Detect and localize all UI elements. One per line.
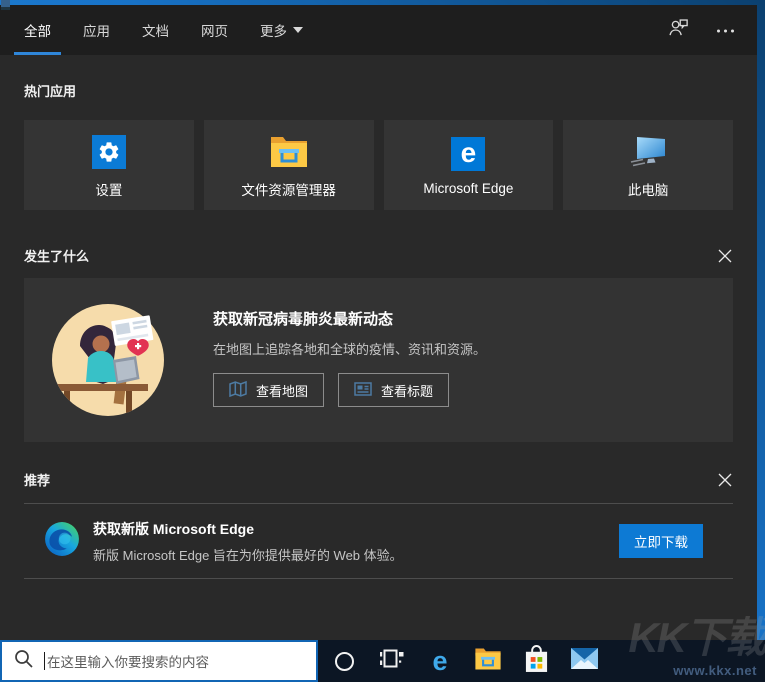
desktop-icon-remnant	[1, 0, 10, 10]
edge-recommendation-text: 获取新版 Microsoft Edge 新版 Microsoft Edge 旨在…	[93, 519, 403, 564]
recommended-title: 推荐	[24, 470, 50, 489]
tile-file-explorer[interactable]: 文件资源管理器	[204, 120, 374, 210]
whats-happening-header: 发生了什么	[24, 246, 733, 265]
covid-card-headline: 获取新冠病毒肺炎最新动态	[213, 308, 393, 329]
tile-file-explorer-label: 文件资源管理器	[241, 179, 336, 199]
ellipsis-icon[interactable]	[716, 21, 735, 39]
task-view-button[interactable]	[368, 640, 416, 682]
covid-card-description: 在地图上追踪各地和全球的疫情、资讯和资源。	[213, 339, 486, 358]
edge-icon: e	[432, 648, 447, 675]
this-pc-icon	[628, 132, 668, 172]
chevron-down-icon	[293, 27, 303, 33]
file-explorer-taskbar-button[interactable]	[464, 640, 512, 682]
tab-apps[interactable]: 应用	[73, 5, 120, 55]
tile-this-pc[interactable]: 此电脑	[563, 120, 733, 210]
covid-news-card: 获取新冠病毒肺炎最新动态 在地图上追踪各地和全球的疫情、资讯和资源。 查看地图	[24, 278, 733, 442]
mail-taskbar-button[interactable]	[560, 640, 608, 682]
cortana-icon	[335, 652, 354, 671]
edge-recommendation-description: 新版 Microsoft Edge 旨在为你提供最好的 Web 体验。	[93, 545, 403, 564]
watermark-url: www.kkx.net	[673, 663, 757, 678]
woman-laptop-news-heart-illustration	[52, 302, 168, 423]
tab-web[interactable]: 网页	[191, 5, 238, 55]
search-flyout-panel: 全部 应用 文档 网页 更多	[0, 5, 757, 640]
recommended-header: 推荐	[24, 470, 733, 489]
search-placeholder-text: 在这里输入你要搜索的内容	[47, 651, 209, 671]
tile-settings-label: 设置	[95, 179, 122, 199]
edge-recommendation-row: 获取新版 Microsoft Edge 新版 Microsoft Edge 旨在…	[24, 504, 733, 578]
store-taskbar-button[interactable]	[512, 640, 560, 682]
tile-microsoft-edge-label: Microsoft Edge	[423, 181, 513, 196]
tile-microsoft-edge[interactable]: e Microsoft Edge	[384, 120, 554, 210]
download-now-button[interactable]: 立即下载	[619, 524, 703, 558]
covid-card-buttons: 查看地图 查看标题	[213, 373, 449, 407]
tab-more[interactable]: 更多	[250, 5, 313, 55]
feedback-person-icon[interactable]	[667, 16, 690, 44]
whats-happening-title: 发生了什么	[24, 246, 89, 265]
search-tabs-bar: 全部 应用 文档 网页 更多	[0, 5, 757, 55]
file-explorer-icon	[269, 132, 309, 172]
edge-new-logo-icon	[44, 521, 80, 562]
tile-this-pc-label: 此电脑	[628, 179, 669, 199]
view-map-button[interactable]: 查看地图	[213, 373, 324, 407]
tab-documents-label: 文档	[142, 20, 169, 40]
edge-recommendation-title: 获取新版 Microsoft Edge	[93, 519, 403, 539]
close-icon[interactable]	[717, 248, 733, 264]
tab-apps-label: 应用	[83, 20, 110, 40]
settings-gear-icon	[92, 132, 126, 172]
tab-web-label: 网页	[201, 20, 228, 40]
view-map-label: 查看地图	[256, 381, 308, 400]
search-flyout-body: 热门应用 设置	[0, 81, 757, 579]
divider	[24, 578, 733, 579]
tab-all[interactable]: 全部	[14, 5, 61, 55]
cortana-button[interactable]	[320, 640, 368, 682]
mail-icon	[570, 647, 599, 675]
news-icon	[354, 380, 372, 401]
view-headlines-button[interactable]: 查看标题	[338, 373, 449, 407]
top-apps-title: 热门应用	[24, 81, 733, 100]
search-icon	[14, 649, 33, 673]
view-headlines-label: 查看标题	[381, 381, 433, 400]
tab-all-label: 全部	[24, 20, 51, 40]
tile-settings[interactable]: 设置	[24, 120, 194, 210]
tab-documents[interactable]: 文档	[132, 5, 179, 55]
task-view-icon	[380, 648, 404, 675]
tab-more-label: 更多	[260, 20, 287, 40]
taskbar-icons: e	[320, 640, 608, 682]
taskbar-search-input[interactable]: 在这里输入你要搜索的内容	[0, 640, 318, 682]
store-icon	[524, 644, 549, 678]
text-cursor	[44, 652, 45, 670]
watermark-logo: KK下载	[628, 604, 765, 665]
edge-legacy-icon: e	[451, 134, 485, 174]
map-icon	[229, 380, 247, 401]
file-explorer-icon	[474, 647, 502, 676]
close-icon[interactable]	[717, 472, 733, 488]
edge-taskbar-button[interactable]: e	[416, 640, 464, 682]
header-icons	[667, 5, 743, 55]
top-apps-tiles: 设置 文件资源管理器	[24, 120, 733, 210]
desktop: 全部 应用 文档 网页 更多	[0, 0, 765, 682]
